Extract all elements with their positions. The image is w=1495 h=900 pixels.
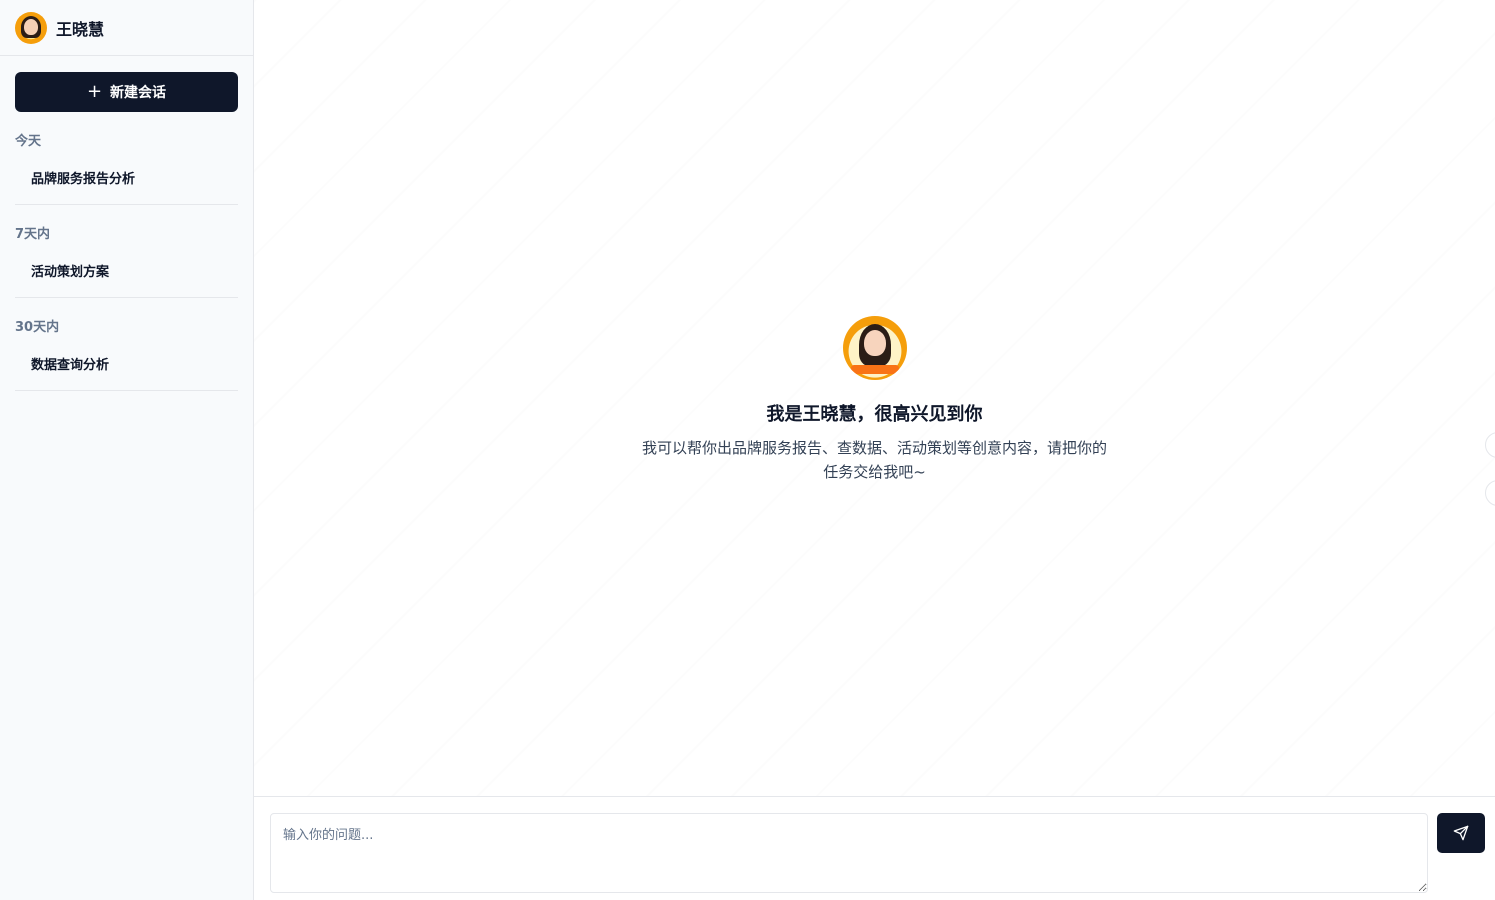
conversation-item[interactable]: 活动策划方案 (15, 252, 238, 289)
floating-tab-button[interactable] (1485, 480, 1495, 506)
input-bar (254, 796, 1495, 900)
welcome-description: 我可以帮你出品牌服务报告、查数据、活动策划等创意内容，请把你的任务交给我吧~ (641, 439, 1107, 481)
conversation-panel: + 新建会话 今天 品牌服务报告分析 7天内 活动策划方案 30天内 数据查询分… (0, 56, 253, 407)
welcome-title: 我是王晓慧，很高兴见到你 (766, 404, 983, 425)
sidebar: 王晓慧 + 新建会话 今天 品牌服务报告分析 7天内 活动策划方案 30天内 数… (0, 0, 254, 900)
question-input[interactable] (270, 813, 1428, 893)
send-icon (1453, 825, 1469, 841)
conversation-group-today: 今天 品牌服务报告分析 (15, 130, 238, 205)
chat-area: 我是王晓慧，很高兴见到你 我可以帮你出品牌服务报告、查数据、活动策划等创意内容，… (254, 0, 1495, 796)
conversation-group-7days: 7天内 活动策划方案 (15, 223, 238, 298)
group-title: 7天内 (15, 227, 51, 242)
floating-tab-button[interactable] (1485, 432, 1495, 458)
avatar (15, 11, 47, 44)
group-title: 30天内 (15, 320, 60, 335)
main-panel: 我是王晓慧，很高兴见到你 我可以帮你出品牌服务报告、查数据、活动策划等创意内容，… (254, 0, 1495, 900)
conversation-item[interactable]: 数据查询分析 (15, 345, 238, 382)
new-chat-button[interactable]: + 新建会话 (15, 72, 238, 112)
user-name: 王晓慧 (56, 19, 105, 39)
group-title: 今天 (15, 134, 42, 149)
send-button[interactable] (1437, 813, 1485, 853)
conversation-group-30days: 30天内 数据查询分析 (15, 316, 238, 391)
welcome-panel: 我是王晓慧，很高兴见到你 我可以帮你出品牌服务报告、查数据、活动策划等创意内容，… (640, 316, 1110, 484)
app-root: 王晓慧 + 新建会话 今天 品牌服务报告分析 7天内 活动策划方案 30天内 数… (0, 0, 1495, 900)
assistant-avatar (842, 316, 907, 380)
user-profile-header: 王晓慧 (0, 0, 253, 56)
plus-icon: + (86, 81, 103, 102)
conversation-item[interactable]: 品牌服务报告分析 (15, 159, 238, 196)
new-chat-label: 新建会话 (110, 85, 167, 101)
